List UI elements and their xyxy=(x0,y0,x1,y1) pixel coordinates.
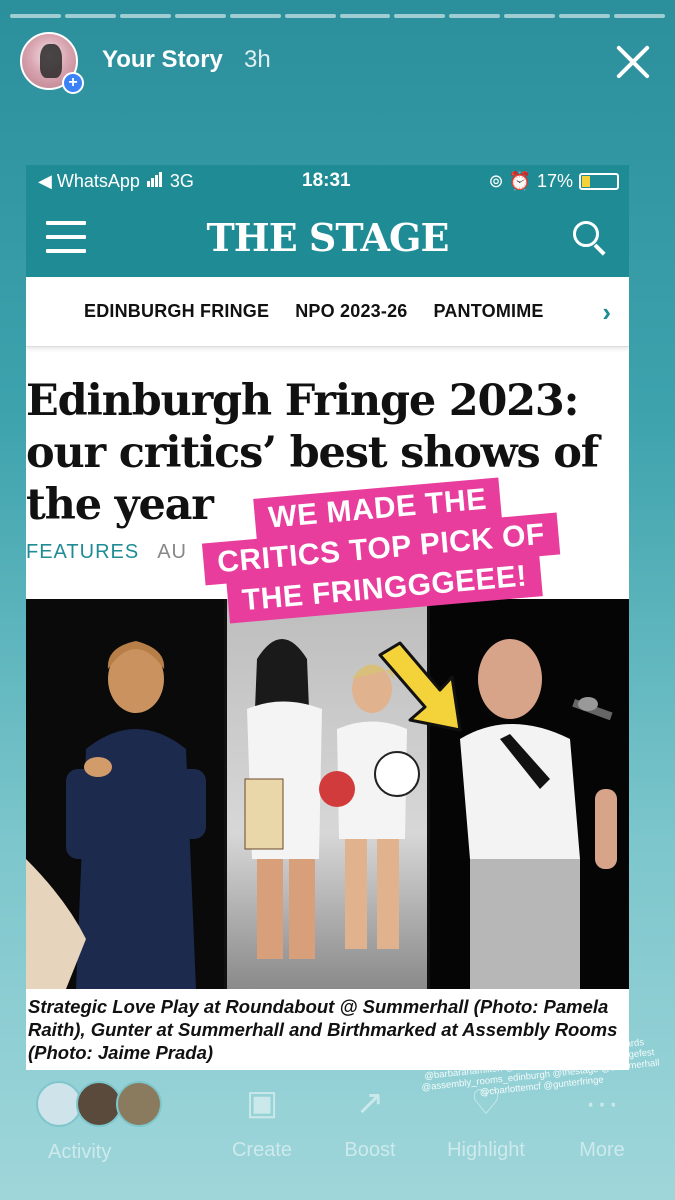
more-button[interactable]: ··· More xyxy=(552,1081,652,1162)
alarm-icon: ⊚ ⏰ xyxy=(488,171,531,191)
arrow-sticker-icon[interactable] xyxy=(370,635,470,735)
highlight-button[interactable]: ♡ Highlight xyxy=(436,1081,536,1162)
story-header: + Your Story 3h xyxy=(20,32,655,94)
status-time: 18:31 xyxy=(302,170,351,191)
create-icon: ▣ xyxy=(245,1084,279,1122)
story-title[interactable]: Your Story xyxy=(102,46,223,74)
category-item: PANTOMIME xyxy=(433,301,544,321)
shared-screenshot: ◀ WhatsApp 3G 18:31 ⊚ ⏰ 17% THE STAGE ED… xyxy=(26,165,629,1070)
boost-button[interactable]: ↗ Boost xyxy=(320,1081,420,1162)
progress-segment xyxy=(449,14,501,18)
progress-segment xyxy=(64,14,116,18)
create-button[interactable]: ▣ Create xyxy=(212,1081,312,1162)
progress-segment xyxy=(559,14,611,18)
progress-segment xyxy=(119,14,171,18)
status-bar: ◀ WhatsApp 3G 18:31 ⊚ ⏰ 17% xyxy=(26,165,629,197)
story-progress-bar xyxy=(10,14,666,18)
site-logo: THE STAGE xyxy=(206,215,450,260)
battery-icon xyxy=(579,173,619,190)
heart-icon: ♡ xyxy=(470,1084,502,1122)
battery-percent: 17% xyxy=(536,171,573,191)
progress-segment xyxy=(339,14,391,18)
progress-segment xyxy=(229,14,281,18)
progress-segment xyxy=(10,14,61,18)
more-icon: ··· xyxy=(585,1084,619,1122)
boost-icon: ↗ xyxy=(355,1084,385,1122)
article-date: AU xyxy=(157,541,187,563)
site-navbar: THE STAGE xyxy=(26,197,629,277)
article-photo xyxy=(26,599,629,989)
category-list: EDINBURGH FRINGE NPO 2023-26 PANTOMIME xyxy=(84,301,544,322)
back-to-app: ◀ WhatsApp xyxy=(38,171,140,191)
story-time: 3h xyxy=(244,46,271,73)
progress-segment xyxy=(614,14,666,18)
progress-segment xyxy=(174,14,226,18)
viewer-thumbnails[interactable] xyxy=(36,1081,166,1129)
add-story-icon[interactable]: + xyxy=(62,72,84,94)
signal-icon xyxy=(146,171,163,192)
category-item: NPO 2023-26 xyxy=(295,301,408,321)
status-right: ⊚ ⏰ 17% xyxy=(488,171,619,192)
boost-label: Boost xyxy=(344,1139,396,1161)
more-label: More xyxy=(579,1139,625,1161)
search-icon xyxy=(573,221,607,256)
category-bar: EDINBURGH FRINGE NPO 2023-26 PANTOMIME › xyxy=(26,277,629,347)
photo-panel-left xyxy=(26,599,224,989)
close-icon[interactable] xyxy=(611,40,655,84)
category-item: EDINBURGH FRINGE xyxy=(84,301,270,321)
status-left: ◀ WhatsApp 3G xyxy=(38,171,194,192)
highlight-label: Highlight xyxy=(447,1139,525,1161)
network-type: 3G xyxy=(169,171,194,191)
progress-segment xyxy=(284,14,336,18)
activity-button[interactable]: Activity xyxy=(48,1141,111,1164)
progress-segment xyxy=(394,14,446,18)
article-section: FEATURES xyxy=(26,541,140,563)
chevron-right-icon: › xyxy=(602,297,611,327)
progress-segment xyxy=(504,14,556,18)
viewer-avatar xyxy=(116,1081,162,1127)
story-bottom-bar: Activity ▣ Create ↗ Boost ♡ Highlight ··… xyxy=(0,1075,675,1185)
create-label: Create xyxy=(231,1139,293,1161)
